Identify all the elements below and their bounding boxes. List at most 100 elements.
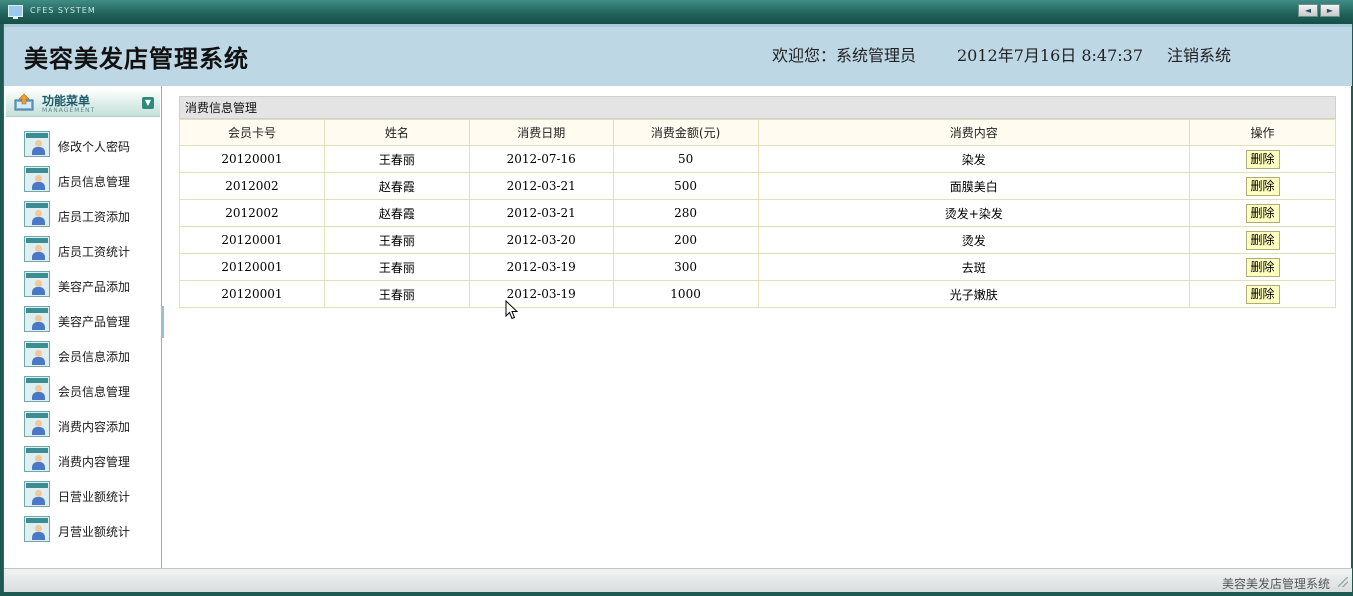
- window-title-bar: CFES SYSTEM ◄ ►: [0, 0, 1353, 24]
- table-row: 20120001 王春丽 2012-03-19 300 去斑 删除: [179, 253, 1336, 281]
- resize-grip-icon[interactable]: [1338, 577, 1348, 587]
- menu-item-label: 店员信息管理: [58, 175, 131, 189]
- cell-amount: 50: [612, 145, 759, 173]
- menu-item-salary-stats[interactable]: 店员工资统计: [4, 234, 160, 264]
- menu-item-label: 月营业额统计: [58, 525, 131, 539]
- delete-button[interactable]: 删除: [1245, 230, 1280, 250]
- system-title: 美容美发店管理系统: [24, 44, 249, 73]
- cell-date: 2012-03-19: [468, 253, 614, 281]
- table-row: 20120001 王春丽 2012-07-16 50 染发 删除: [179, 145, 1336, 173]
- cell-action: 删除: [1189, 199, 1336, 227]
- menu-item-label: 日营业额统计: [58, 490, 131, 504]
- cell-date: 2012-07-16: [468, 145, 614, 173]
- cell-content: 染发: [757, 145, 1191, 173]
- cell-content: 烫发+染发: [757, 199, 1191, 227]
- menu-item-daily-revenue[interactable]: 日营业额统计: [4, 479, 160, 509]
- menu-subtitle: MANAGEMENT: [42, 107, 96, 114]
- table-row: 2012002 赵春霞 2012-03-21 500 面膜美白 删除: [179, 172, 1336, 200]
- cell-action: 删除: [1189, 172, 1336, 200]
- welcome-text: 欢迎您：系统管理员: [772, 46, 917, 65]
- table-row: 2012002 赵春霞 2012-03-21 280 烫发+染发 删除: [179, 199, 1336, 227]
- menu-item-staff-info[interactable]: 店员信息管理: [4, 164, 160, 194]
- cell-name: 王春丽: [323, 226, 470, 254]
- cell-name: 赵春霞: [323, 199, 470, 227]
- menu-item-label: 会员信息管理: [58, 385, 131, 399]
- menu-item-add-consumption[interactable]: 消费内容添加: [4, 409, 160, 439]
- menu-item-label: 消费内容添加: [58, 420, 131, 434]
- delete-button[interactable]: 删除: [1245, 257, 1280, 277]
- user-card-icon: [24, 481, 50, 507]
- menu-item-add-product[interactable]: 美容产品添加: [4, 269, 160, 299]
- cell-date: 2012-03-21: [468, 172, 614, 200]
- delete-button[interactable]: 删除: [1245, 203, 1280, 223]
- status-bar: 美容美发店管理系统: [4, 568, 1352, 592]
- cell-content: 面膜美白: [757, 172, 1191, 200]
- column-header-name: 姓名: [323, 119, 470, 146]
- delete-button[interactable]: 删除: [1245, 176, 1280, 196]
- footer-text: 美容美发店管理系统: [1221, 577, 1330, 591]
- cell-name: 赵春霞: [323, 172, 470, 200]
- cell-content: 去斑: [757, 253, 1191, 281]
- cell-name: 王春丽: [323, 145, 470, 173]
- cell-name: 王春丽: [323, 253, 470, 281]
- monitor-icon: [8, 5, 23, 19]
- cell-card-number: 20120001: [179, 253, 325, 281]
- column-header-date: 消费日期: [468, 119, 614, 146]
- menu-item-add-member[interactable]: 会员信息添加: [4, 339, 160, 369]
- logout-link[interactable]: 注销系统: [1167, 42, 1231, 66]
- delete-button[interactable]: 删除: [1245, 284, 1280, 304]
- main-content: 消费信息管理 会员卡号 姓名 消费日期 消费金额(元) 消费内容 操作 2012…: [179, 96, 1336, 308]
- delete-button[interactable]: 删除: [1245, 149, 1280, 169]
- app-name: CFES SYSTEM: [30, 6, 96, 15]
- menu-header: 功能菜单 MANAGEMENT ▼: [6, 89, 160, 117]
- cell-amount: 280: [612, 199, 759, 227]
- user-card-icon: [24, 376, 50, 402]
- menu-item-monthly-revenue[interactable]: 月营业额统计: [4, 514, 160, 544]
- column-header-card-number: 会员卡号: [179, 119, 325, 146]
- cell-amount: 200: [612, 226, 759, 254]
- user-card-icon: [24, 236, 50, 262]
- menu-item-add-salary[interactable]: 店员工资添加: [4, 199, 160, 229]
- table-header-row: 会员卡号 姓名 消费日期 消费金额(元) 消费内容 操作: [179, 119, 1336, 146]
- menu-item-label: 店员工资添加: [58, 210, 131, 224]
- menu-item-label: 美容产品管理: [58, 315, 131, 329]
- header: 美容美发店管理系统 欢迎您：系统管理员 2012年7月16日 8:47:37 注…: [4, 24, 1352, 86]
- menu-item-change-password[interactable]: 修改个人密码: [4, 129, 160, 159]
- menu-item-manage-consumption[interactable]: 消费内容管理: [4, 444, 160, 474]
- menu-item-label: 会员信息添加: [58, 350, 131, 364]
- menu-item-label: 美容产品添加: [58, 280, 131, 294]
- cell-date: 2012-03-19: [468, 280, 614, 308]
- collapse-chevron-icon[interactable]: ▼: [142, 97, 154, 109]
- user-card-icon: [24, 411, 50, 437]
- cell-amount: 1000: [612, 280, 759, 308]
- cell-action: 删除: [1189, 253, 1336, 281]
- user-card-icon: [24, 341, 50, 367]
- next-arrow-button[interactable]: ►: [1320, 4, 1340, 17]
- mouse-pointer-icon: [505, 300, 519, 320]
- cell-action: 删除: [1189, 280, 1336, 308]
- column-header-content: 消费内容: [757, 119, 1191, 146]
- user-card-icon: [24, 516, 50, 542]
- user-card-icon: [24, 166, 50, 192]
- menu-item-manage-product[interactable]: 美容产品管理: [4, 304, 160, 334]
- user-card-icon: [24, 446, 50, 472]
- column-header-amount: 消费金额(元): [612, 119, 759, 146]
- cell-date: 2012-03-21: [468, 199, 614, 227]
- cell-amount: 500: [612, 172, 759, 200]
- cell-name: 王春丽: [323, 280, 470, 308]
- menu-item-manage-member[interactable]: 会员信息管理: [4, 374, 160, 404]
- cell-card-number: 20120001: [179, 226, 325, 254]
- menu-item-label: 消费内容管理: [58, 455, 131, 469]
- cell-action: 删除: [1189, 145, 1336, 173]
- app-frame: 美容美发店管理系统 欢迎您：系统管理员 2012年7月16日 8:47:37 注…: [3, 24, 1352, 592]
- user-card-icon: [24, 131, 50, 157]
- table-row: 20120001 王春丽 2012-03-19 1000 光子嫩肤 删除: [179, 280, 1336, 308]
- menu-item-label: 店员工资统计: [58, 245, 131, 259]
- cell-card-number: 2012002: [179, 199, 325, 227]
- sidebar-splitter-handle[interactable]: [161, 306, 164, 338]
- consumption-table: 会员卡号 姓名 消费日期 消费金额(元) 消费内容 操作 20120001 王春…: [179, 119, 1336, 308]
- user-card-icon: [24, 306, 50, 332]
- user-card-icon: [24, 201, 50, 227]
- prev-arrow-button[interactable]: ◄: [1298, 4, 1318, 17]
- sidebar: 功能菜单 MANAGEMENT ▼ 修改个人密码 店员信息管理 店员工资添加 店…: [4, 86, 162, 568]
